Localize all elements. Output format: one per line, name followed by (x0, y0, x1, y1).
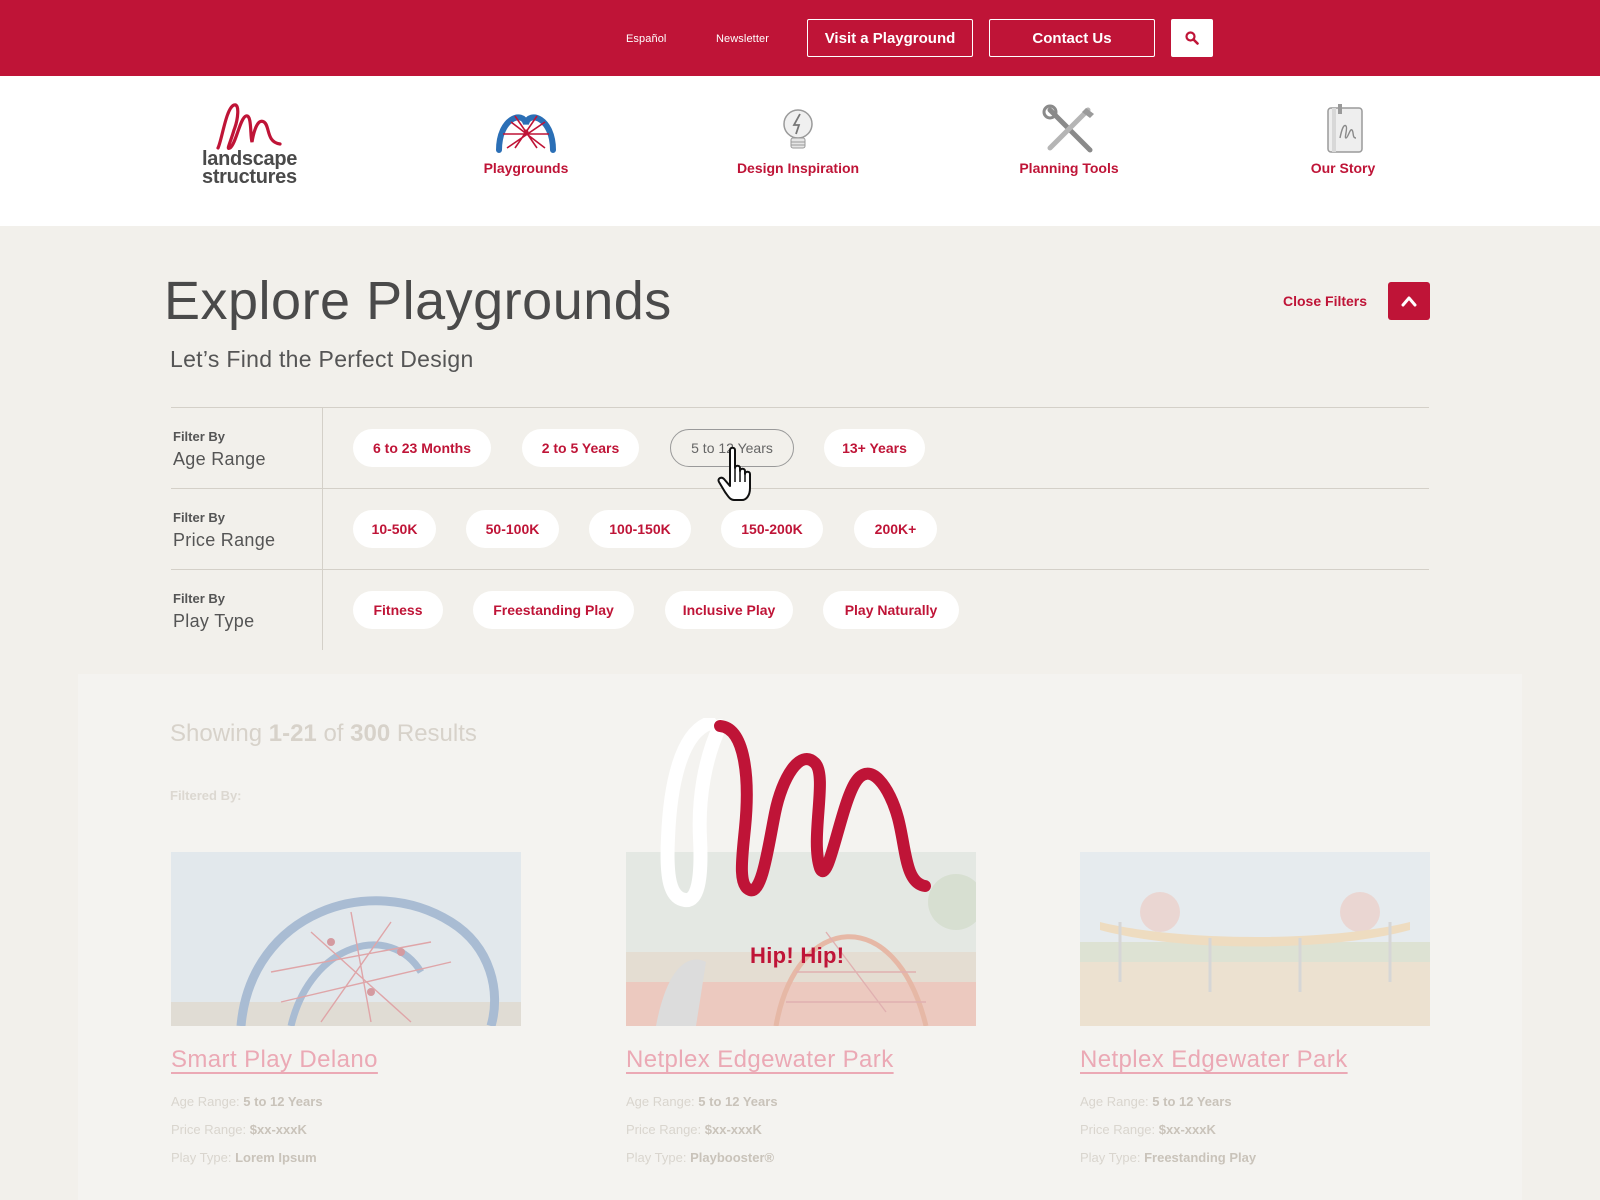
meta-label: Price Range: (171, 1122, 247, 1137)
visit-playground-button[interactable]: Visit a Playground (807, 19, 973, 57)
playground-card[interactable]: Netplex Edgewater Park Age Range: 5 to 1… (1080, 852, 1430, 1172)
filter-row-play-type: Filter By Play Type Fitness Freestanding… (171, 569, 1429, 650)
chip-150-200k[interactable]: 150-200K (721, 510, 823, 548)
chip-2-to-5-years[interactable]: 2 to 5 Years (522, 429, 639, 467)
filtered-by-label: Filtered By: (170, 788, 242, 803)
results-range: 1-21 (268, 720, 317, 747)
tools-icon (1042, 104, 1094, 153)
playground-card[interactable]: Smart Play Delano Age Range: 5 to 12 Yea… (171, 852, 521, 1172)
chip-50-100k[interactable]: 50-100K (466, 510, 559, 548)
chip-13-plus-years[interactable]: 13+ Years (824, 429, 925, 467)
playground-meta: Age Range: 5 to 12 Years Price Range: $x… (626, 1088, 976, 1172)
meta-value: Playbooster® (690, 1150, 775, 1165)
results-count: Showing 1-21 of 300 Results (170, 720, 477, 748)
loader-text: Hip! Hip! (750, 943, 845, 968)
divider (322, 407, 323, 488)
brand-wordmark[interactable]: landscape structures (202, 149, 297, 188)
hand-cursor-icon (717, 446, 751, 501)
playground-meta: Age Range: 5 to 12 Years Price Range: $x… (171, 1088, 521, 1172)
playground-image[interactable] (1080, 852, 1430, 1026)
close-filters-button[interactable] (1388, 282, 1430, 320)
divider (322, 488, 323, 569)
meta-value: 5 to 12 Years (1152, 1094, 1232, 1109)
nav-label-design-inspiration: Design Inspiration (736, 160, 860, 176)
divider (171, 488, 1429, 489)
filter-name-price-range: Price Range (173, 530, 276, 550)
chip-100-150k[interactable]: 100-150K (589, 510, 691, 548)
nav-label-playgrounds: Playgrounds (483, 160, 569, 176)
results-prefix: Showing (170, 720, 263, 747)
nav-wave (0, 205, 1600, 223)
playground-title[interactable]: Netplex Edgewater Park (1080, 1046, 1430, 1074)
brand-line-2: structures (202, 166, 297, 188)
chevron-up-icon (1401, 296, 1417, 307)
nav-label-planning-tools: Planning Tools (1019, 160, 1119, 176)
nav-item-planning-tools[interactable]: Planning Tools (969, 104, 1169, 176)
meta-label: Age Range: (1080, 1094, 1149, 1109)
results-of: of (323, 720, 344, 747)
nav-item-design-inspiration[interactable]: Design Inspiration (698, 104, 898, 176)
chip-freestanding-play[interactable]: Freestanding Play (473, 591, 634, 629)
meta-value: 5 to 12 Years (243, 1094, 323, 1109)
playground-title[interactable]: Smart Play Delano (171, 1046, 521, 1074)
page-subtitle: Let’s Find the Perfect Design (170, 346, 474, 372)
meta-value: $xx-xxxK (704, 1122, 762, 1137)
newsletter-link[interactable]: Newsletter (716, 33, 769, 45)
filter-by-label: Filter By (173, 510, 226, 525)
contact-us-button[interactable]: Contact Us (989, 19, 1155, 57)
meta-value: 5 to 12 Years (698, 1094, 778, 1109)
top-bar: Español Newsletter Visit a Playground Co… (0, 0, 1600, 76)
playground-image[interactable] (171, 852, 521, 1026)
meta-label: Play Type: (626, 1150, 687, 1165)
results-total: 300 (350, 720, 391, 747)
nav-item-our-story[interactable]: Our Story (1243, 104, 1443, 176)
meta-value: $xx-xxxK (249, 1122, 307, 1137)
meta-label: Age Range: (171, 1094, 240, 1109)
espanol-link[interactable]: Español (626, 33, 666, 45)
filter-row-price-range: Filter By Price Range 10-50K 50-100K 100… (171, 488, 1429, 569)
playground-meta: Age Range: 5 to 12 Years Price Range: $x… (1080, 1088, 1430, 1172)
meta-label: Play Type: (171, 1150, 232, 1165)
nav-label-our-story: Our Story (1310, 160, 1376, 176)
results-suffix: Results (396, 720, 477, 747)
meta-value: $xx-xxxK (1158, 1122, 1216, 1137)
close-filters-link[interactable]: Close Filters (1283, 293, 1367, 309)
meta-label: Age Range: (626, 1094, 695, 1109)
nav-item-playgrounds[interactable]: Playgrounds (426, 104, 626, 176)
search-icon (1185, 31, 1199, 45)
playground-title[interactable]: Netplex Edgewater Park (626, 1046, 976, 1074)
meta-value: Freestanding Play (1144, 1150, 1257, 1165)
meta-value: Lorem Ipsum (235, 1150, 317, 1165)
divider (322, 569, 323, 650)
search-button[interactable] (1171, 19, 1213, 57)
filter-name-age-range: Age Range (173, 449, 266, 469)
chip-play-naturally[interactable]: Play Naturally (823, 591, 959, 629)
book-icon (1327, 104, 1363, 153)
dome-icon (496, 114, 556, 153)
chip-fitness[interactable]: Fitness (353, 591, 443, 629)
filter-name-play-type: Play Type (173, 611, 255, 631)
meta-label: Price Range: (626, 1122, 702, 1137)
filter-by-label: Filter By (173, 591, 226, 606)
chip-inclusive-play[interactable]: Inclusive Play (665, 591, 793, 629)
meta-label: Play Type: (1080, 1150, 1141, 1165)
chip-200k-plus[interactable]: 200K+ (854, 510, 937, 548)
chip-10-50k[interactable]: 10-50K (353, 510, 436, 548)
divider (171, 407, 1429, 408)
loading-logo-icon (660, 718, 931, 907)
lightbulb-icon (783, 109, 813, 149)
meta-label: Price Range: (1080, 1122, 1156, 1137)
chip-6-to-23-months[interactable]: 6 to 23 Months (353, 429, 491, 467)
page-title: Explore Playgrounds (164, 271, 672, 331)
divider (171, 569, 1429, 570)
filter-by-label: Filter By (173, 429, 226, 444)
filter-row-age-range: Filter By Age Range 6 to 23 Months 2 to … (171, 407, 1429, 488)
